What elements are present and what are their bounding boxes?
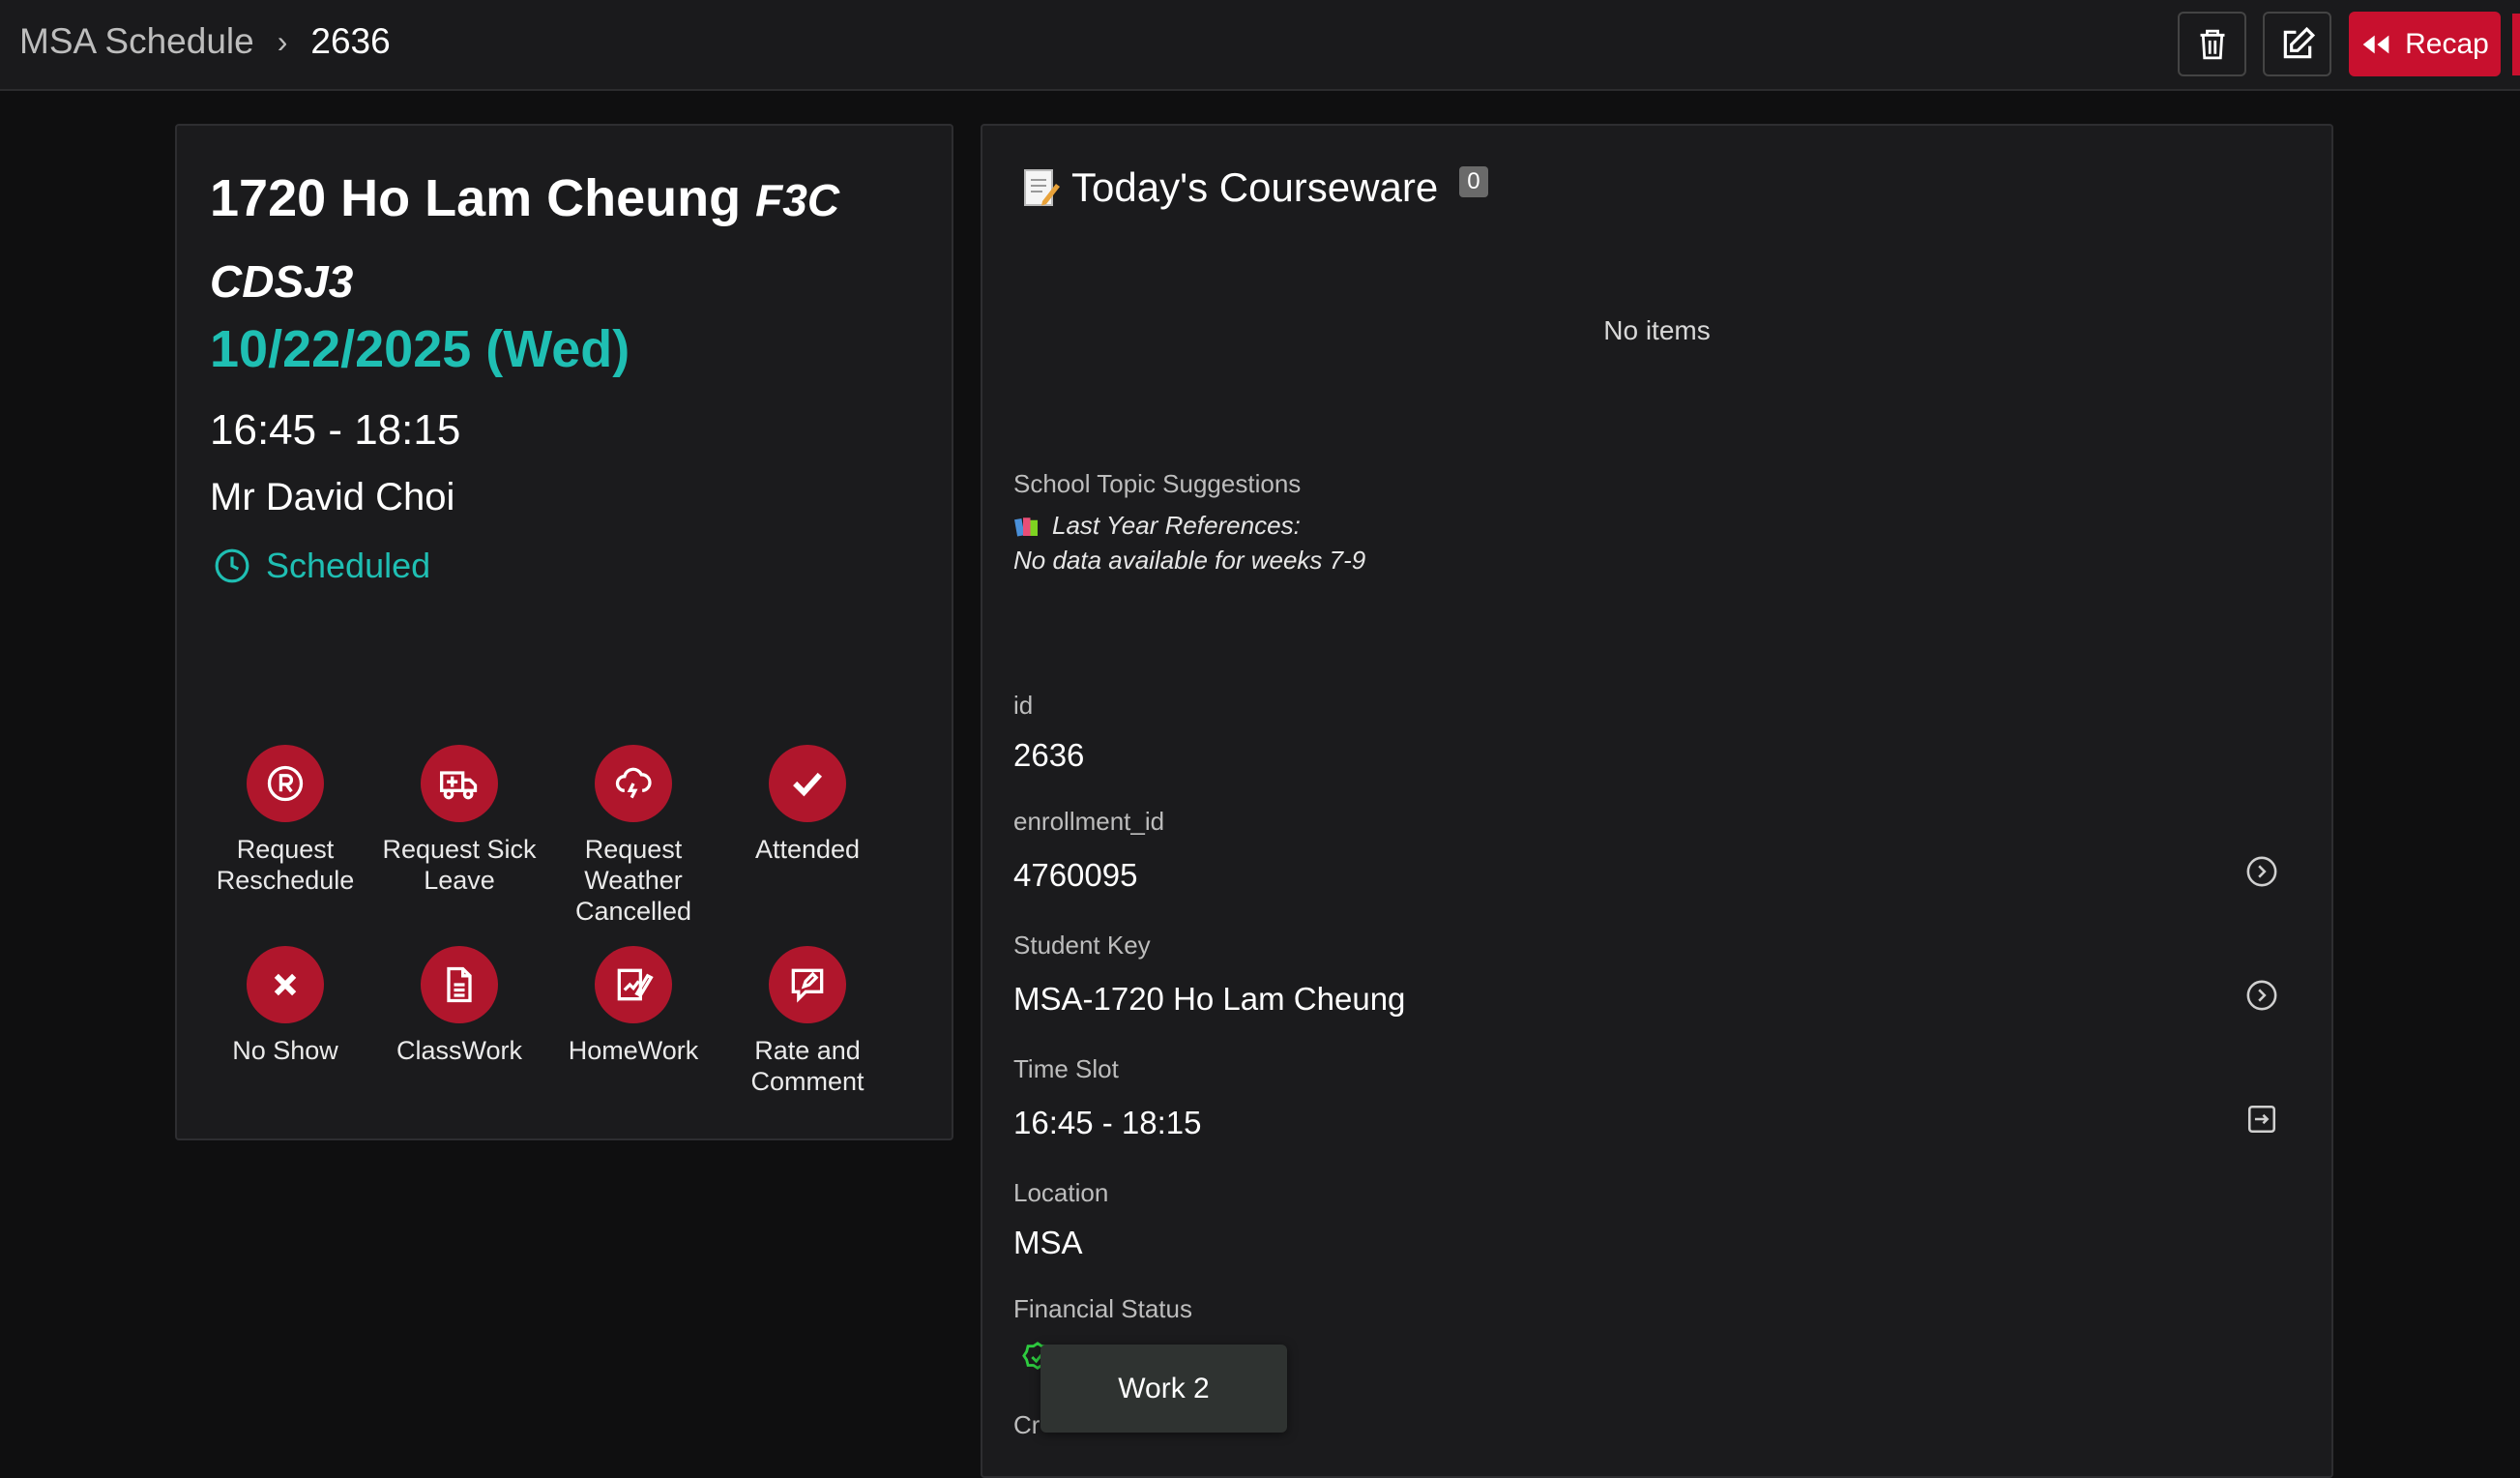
last-year-references-text: Last Year References:	[1052, 511, 1301, 540]
edit-icon	[2283, 26, 2315, 58]
storm-cloud-icon	[615, 767, 652, 799]
action-label-line: ClassWork	[396, 1036, 523, 1065]
recap-label: Recap	[2405, 27, 2489, 60]
clock-icon	[215, 548, 249, 583]
courseware-header: Today's Courseware 0	[1021, 164, 1488, 211]
request-reschedule-button[interactable]: Request Reschedule	[198, 745, 372, 927]
lesson-time: 16:45 - 18:15	[210, 406, 461, 454]
rewind-icon	[2362, 35, 2389, 53]
courseware-count-badge: 0	[1459, 166, 1488, 197]
action-grid: Request Reschedule Request Sick Leave Re…	[198, 745, 933, 1097]
homework-button[interactable]: HomeWork	[546, 946, 720, 1097]
action-label-line: Request	[236, 835, 335, 864]
ambulance-icon	[440, 771, 478, 800]
action-label-line: Rate and	[754, 1036, 861, 1065]
enrollment-value: 4760095	[1013, 857, 1138, 893]
location-label: Location	[1013, 1178, 1109, 1207]
student-key-value: MSA-1720 Ho Lam Cheung	[1013, 981, 1406, 1017]
no-data-text: No data available for weeks 7-9	[1013, 546, 1366, 575]
top-bar: MSA Schedule › 2636 Recap	[0, 0, 2520, 91]
action-label-line: Comment	[750, 1067, 864, 1096]
delete-button[interactable]	[2178, 12, 2246, 76]
edit-button[interactable]	[2263, 12, 2331, 76]
toast-popup[interactable]: Work 2	[1040, 1345, 1287, 1433]
action-label-line: Cancelled	[574, 897, 692, 926]
action-label-line: Leave	[424, 866, 495, 895]
enrollment-label: enrollment_id	[1013, 807, 1165, 836]
attended-button[interactable]: Attended	[720, 745, 894, 927]
request-weather-cancelled-button[interactable]: Request Weather Cancelled	[546, 745, 720, 927]
action-label-line: Attended	[754, 835, 861, 864]
rate-and-comment-button[interactable]: Rate and Comment	[720, 946, 894, 1097]
empty-state-text: No items	[1603, 315, 1711, 345]
financial-status-label: Financial Status	[1013, 1294, 1192, 1323]
trash-icon	[2200, 29, 2224, 59]
student-key-label: Student Key	[1013, 931, 1151, 960]
action-label-line: HomeWork	[568, 1036, 699, 1065]
time-slot-label: Time Slot	[1013, 1054, 1119, 1083]
open-in-icon[interactable]	[2245, 1103, 2278, 1136]
courseware-title: Today's Courseware	[1071, 164, 1439, 210]
check-icon	[793, 772, 823, 797]
status-badge: Scheduled	[214, 546, 430, 586]
breadcrumb: MSA Schedule › 2636	[19, 21, 391, 62]
action-label-line: Request Sick	[382, 835, 537, 864]
chevron-circle-right-icon[interactable]	[2245, 979, 2278, 1012]
grade-tag: F3C	[755, 175, 840, 225]
breadcrumb-root-link[interactable]: MSA Schedule	[19, 21, 254, 62]
reschedule-icon	[267, 765, 304, 802]
id-value: 2636	[1013, 737, 1085, 773]
x-icon	[274, 973, 297, 996]
tutor-name: Mr David Choi	[210, 476, 455, 518]
document-icon	[447, 966, 472, 1003]
chevron-right-icon: ›	[277, 23, 288, 59]
lesson-date: 10/22/2025 (Wed)	[210, 320, 630, 378]
id-label: id	[1013, 691, 1034, 720]
comment-edit-icon	[791, 968, 824, 1003]
school-topic-label: School Topic Suggestions	[1013, 469, 1302, 498]
time-slot-value: 16:45 - 18:15	[1013, 1105, 1202, 1140]
status-text: Scheduled	[266, 546, 431, 585]
courseware-card: Today's Courseware 0 No items School Top…	[981, 124, 2333, 1478]
student-name: 1720 Ho Lam Cheung	[210, 169, 742, 227]
breadcrumb-current: 2636	[310, 21, 391, 61]
memo-icon	[1024, 169, 1060, 206]
chevron-circle-right-icon[interactable]	[2245, 855, 2278, 888]
last-year-references: Last Year References:	[1013, 511, 1301, 541]
student-title: 1720 Ho Lam Cheung F3C CDSJ3	[210, 159, 925, 321]
toast-text: Work 2	[1118, 1372, 1210, 1404]
school-tag: CDSJ3	[210, 256, 354, 307]
recap-button[interactable]: Recap	[2349, 12, 2501, 76]
action-label-line: Request	[584, 835, 683, 864]
no-show-button[interactable]: No Show	[198, 946, 372, 1097]
pen-paper-icon	[617, 968, 654, 1001]
lesson-card: 1720 Ho Lam Cheung F3C CDSJ3 10/22/2025 …	[175, 124, 953, 1140]
action-label-line: Reschedule	[216, 866, 355, 895]
edge-button-fragment[interactable]	[2512, 14, 2520, 75]
books-icon	[1014, 517, 1038, 537]
partial-field-label: Cr	[1013, 1410, 1040, 1439]
classwork-button[interactable]: ClassWork	[372, 946, 546, 1097]
request-sick-leave-button[interactable]: Request Sick Leave	[372, 745, 546, 927]
location-value: MSA	[1013, 1225, 1083, 1260]
action-label-line: Weather	[584, 866, 683, 895]
action-label-line: No Show	[232, 1036, 338, 1065]
